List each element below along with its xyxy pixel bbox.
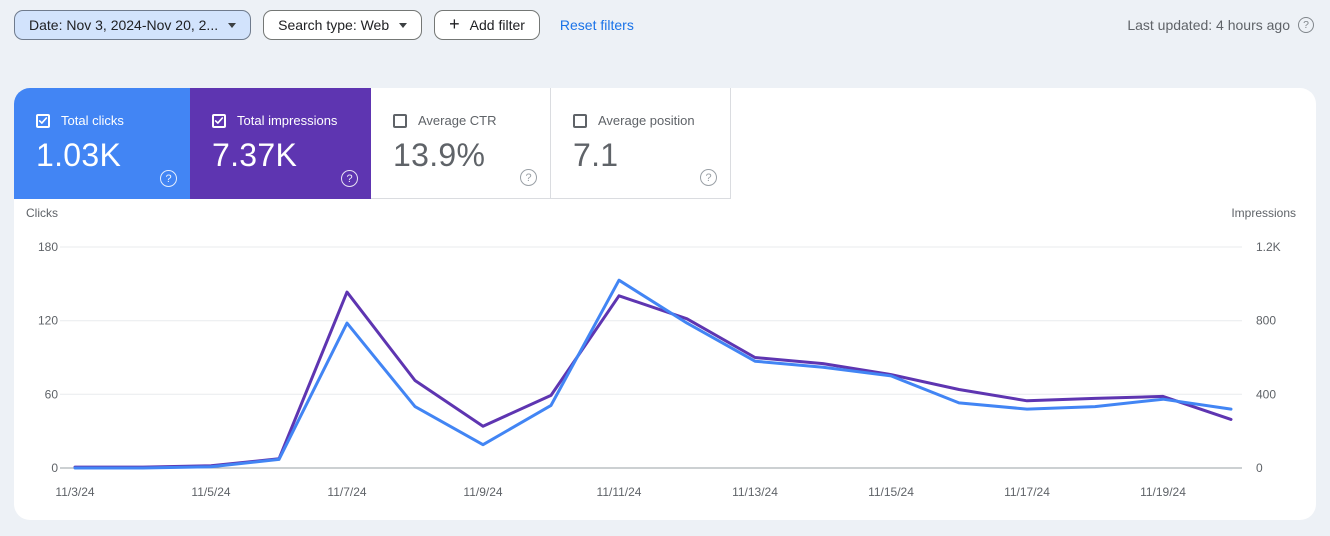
- right-axis-tick: 0: [1256, 461, 1263, 475]
- left-axis-tick: 120: [38, 314, 58, 328]
- x-axis-tick: 11/15/24: [868, 485, 914, 499]
- card-label: Total clicks: [61, 113, 124, 128]
- checkbox-checked-icon[interactable]: [36, 113, 50, 128]
- x-axis-tick: 11/19/24: [1140, 485, 1186, 499]
- checkbox-unchecked-icon[interactable]: [573, 113, 587, 128]
- metric-card-average-ctr[interactable]: Average CTR 13.9% ?: [371, 88, 551, 199]
- impressions-line[interactable]: [73, 290, 1233, 469]
- metric-card-average-position[interactable]: Average position 7.1 ?: [551, 88, 731, 199]
- last-updated: Last updated: 4 hours ago ?: [1127, 17, 1314, 33]
- card-label: Average CTR: [418, 113, 497, 128]
- x-axis-tick: 11/7/24: [327, 485, 366, 499]
- search-type-chip[interactable]: Search type: Web: [263, 10, 423, 40]
- card-value: 13.9%: [393, 137, 486, 173]
- metric-card-total-impressions[interactable]: Total impressions 7.37K ?: [190, 88, 371, 199]
- x-axis-tick: 11/13/24: [732, 485, 778, 499]
- right-axis-tick: 1.2K: [1256, 240, 1281, 254]
- card-header: Total impressions: [212, 113, 355, 128]
- right-axis-tick: 400: [1256, 387, 1276, 401]
- help-icon[interactable]: ?: [520, 169, 537, 186]
- date-filter-chip[interactable]: Date: Nov 3, 2024-Nov 20, 2...: [14, 10, 252, 40]
- help-icon[interactable]: ?: [160, 170, 177, 187]
- card-label: Total impressions: [237, 113, 338, 128]
- card-label: Average position: [598, 113, 695, 128]
- performance-chart[interactable]: 0 60 120 180 Clicks 0 400 800 1.2K Impressions 11/…: [14, 199, 1316, 520]
- x-axis-tick: 11/17/24: [1004, 485, 1050, 499]
- right-axis-tick: 800: [1256, 314, 1276, 328]
- card-value: 7.37K: [212, 137, 298, 173]
- left-axis-tick: 0: [51, 461, 58, 475]
- metric-card-total-clicks[interactable]: Total clicks 1.03K ?: [14, 88, 190, 199]
- x-axis-tick: 11/9/24: [463, 485, 502, 499]
- checkbox-checked-icon[interactable]: [212, 113, 226, 128]
- help-icon[interactable]: ?: [341, 170, 358, 187]
- card-header: Total clicks: [36, 113, 174, 128]
- left-axis-tick: 180: [38, 240, 58, 254]
- card-header: Average position: [573, 113, 714, 128]
- add-filter-button[interactable]: + Add filter: [434, 10, 540, 40]
- reset-filters-link[interactable]: Reset filters: [560, 17, 634, 33]
- help-icon[interactable]: ?: [1298, 17, 1314, 33]
- chevron-down-icon: [228, 23, 237, 28]
- performance-panel: Total clicks 1.03K ? Total impressions 7…: [14, 88, 1316, 520]
- add-filter-label: Add filter: [469, 17, 525, 33]
- search-type-label: Search type: Web: [278, 17, 390, 33]
- card-value: 1.03K: [36, 137, 122, 173]
- help-icon[interactable]: ?: [700, 169, 717, 186]
- card-header: Average CTR: [393, 113, 534, 128]
- left-axis-tick: 60: [45, 387, 59, 401]
- card-value: 7.1: [573, 137, 619, 173]
- left-axis-title: Clicks: [26, 206, 58, 220]
- chevron-down-icon: [399, 23, 408, 28]
- filter-toolbar: Date: Nov 3, 2024-Nov 20, 2... Search ty…: [0, 0, 1330, 40]
- x-axis-tick: 11/5/24: [191, 485, 230, 499]
- plus-icon: +: [449, 14, 460, 34]
- right-axis-title: Impressions: [1231, 206, 1296, 220]
- last-updated-text: Last updated: 4 hours ago: [1127, 17, 1290, 33]
- x-axis-tick: 11/11/24: [597, 485, 642, 499]
- date-filter-label: Date: Nov 3, 2024-Nov 20, 2...: [29, 17, 219, 33]
- checkbox-unchecked-icon[interactable]: [393, 113, 407, 128]
- metric-cards-row: Total clicks 1.03K ? Total impressions 7…: [14, 88, 1316, 199]
- x-axis-tick: 11/3/24: [55, 485, 94, 499]
